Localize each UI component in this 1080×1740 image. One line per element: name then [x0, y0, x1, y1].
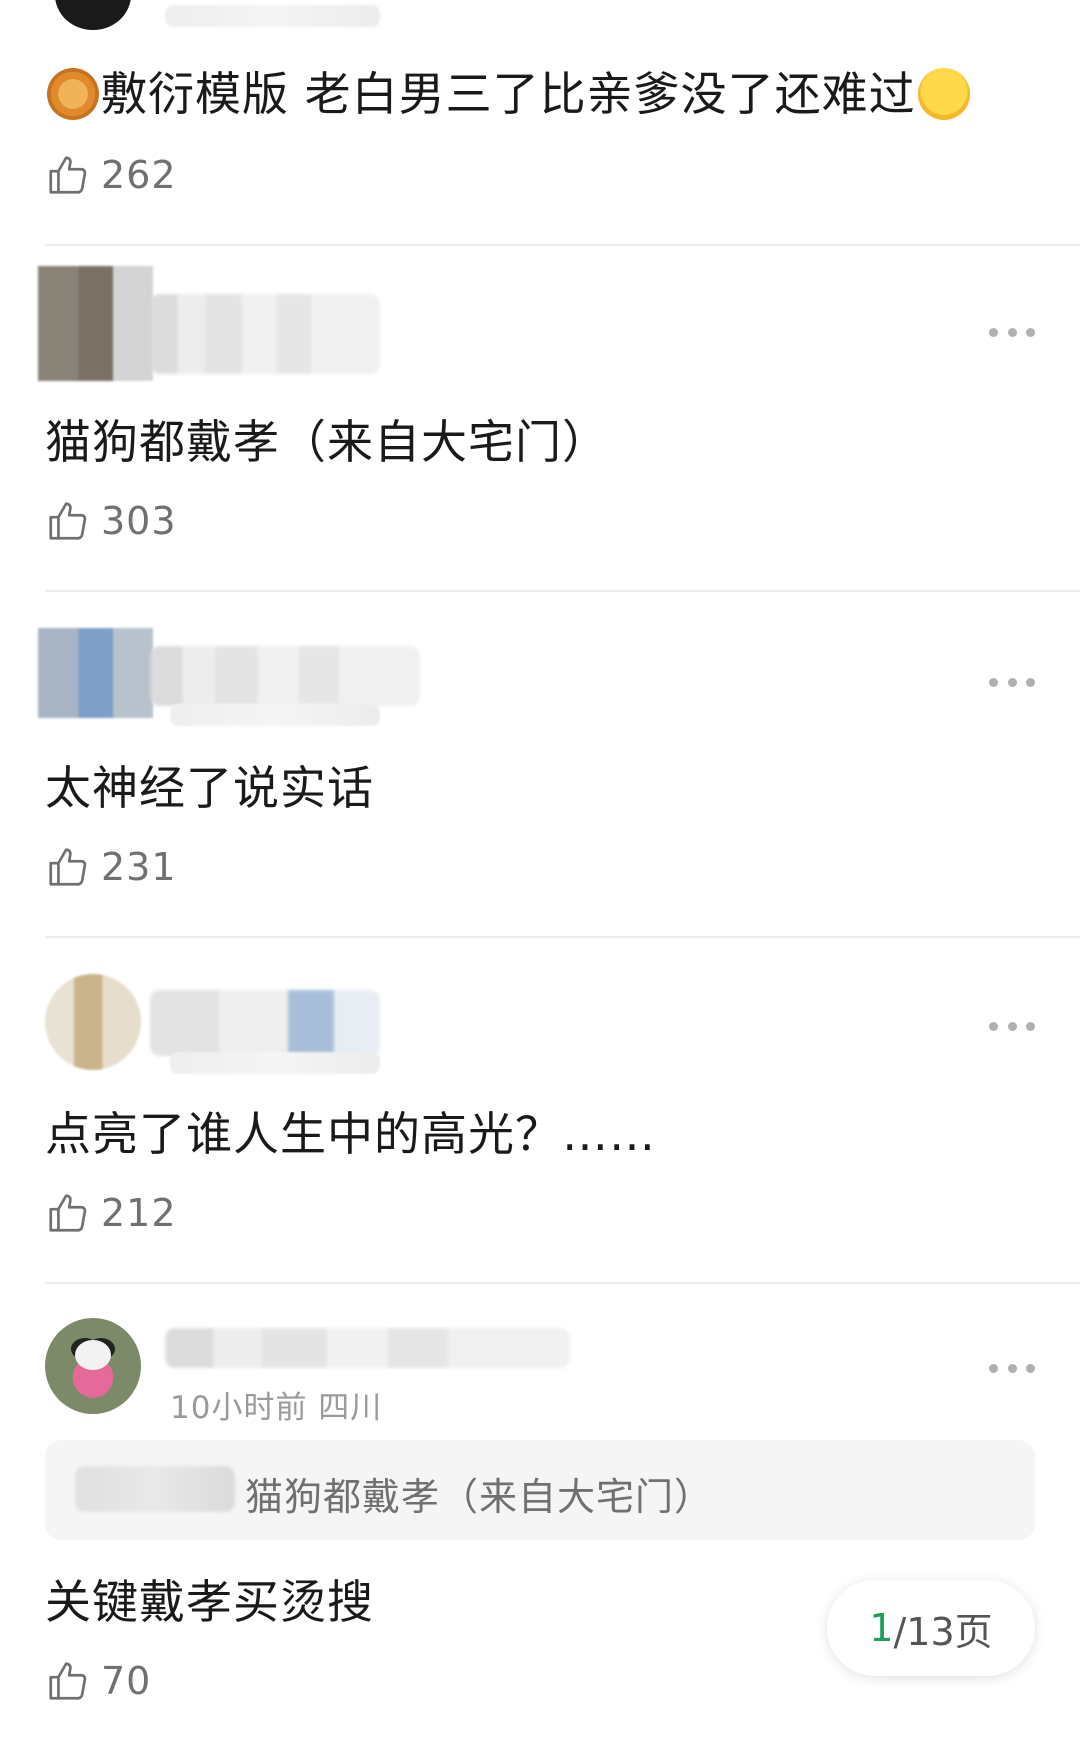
like-count: 70	[101, 1659, 152, 1703]
avatar-blurred[interactable]	[45, 974, 141, 1070]
username-blurred[interactable]	[165, 1328, 570, 1368]
avatar-blurred[interactable]	[38, 266, 153, 381]
thumbs-up-icon	[49, 848, 87, 886]
quoted-text: 猫狗都戴孝（来自大宅门）	[245, 1475, 714, 1519]
page-indicator-button[interactable]: 1/13页	[827, 1580, 1035, 1676]
avatar[interactable]	[45, 1318, 141, 1414]
more-options-button[interactable]	[989, 1020, 1035, 1032]
like-count: 212	[101, 1191, 177, 1235]
username-blurred[interactable]	[150, 990, 380, 1056]
thumbs-up-icon	[49, 1662, 87, 1700]
like-count: 262	[101, 153, 177, 197]
comment-3: 太神经了说实话 231	[0, 592, 1080, 938]
comment-meta-blurred	[170, 1052, 380, 1074]
like-button[interactable]: 231	[45, 842, 177, 892]
more-options-button[interactable]	[989, 676, 1035, 688]
total-pages: /13页	[893, 1609, 993, 1654]
more-options-button[interactable]	[989, 1362, 1035, 1374]
thumbs-up-icon	[49, 1194, 87, 1232]
current-page: 1	[869, 1606, 894, 1650]
comment-text: 点亮了谁人生中的高光？……	[45, 1107, 656, 1161]
like-button[interactable]: 303	[45, 496, 177, 546]
like-button[interactable]: 212	[45, 1188, 177, 1238]
quoted-comment[interactable]: 猫狗都戴孝（来自大宅门）	[45, 1440, 1035, 1540]
mooncake-emoji-icon	[47, 68, 99, 120]
username-blurred[interactable]	[150, 646, 420, 706]
like-count: 303	[101, 499, 177, 543]
thumbs-up-icon	[49, 156, 87, 194]
grinning-sweat-emoji-icon	[917, 68, 970, 120]
comment-meta-blurred	[165, 5, 380, 27]
like-count: 231	[101, 845, 177, 889]
comment-text: 猫狗都戴孝（来自大宅门）	[45, 415, 609, 469]
avatar[interactable]	[55, 0, 131, 30]
comment-2: 猫狗都戴孝（来自大宅门） 303	[0, 246, 1080, 592]
avatar-blurred[interactable]	[38, 628, 153, 718]
comment-text: 敷衍模版 老白男三了比亲爹没了还难过	[45, 58, 972, 124]
comment-meta-blurred	[170, 704, 380, 726]
panda-icon	[75, 1340, 111, 1370]
more-options-button[interactable]	[989, 326, 1035, 338]
comment-text: 关键戴孝买烫搜	[45, 1575, 374, 1629]
like-button[interactable]: 262	[45, 150, 177, 200]
comment-1: 敷衍模版 老白男三了比亲爹没了还难过 262	[0, 0, 1080, 246]
thumbs-up-icon	[49, 502, 87, 540]
username-blurred[interactable]	[150, 294, 380, 374]
comment-meta: 10小时前 四川	[170, 1390, 383, 1426]
like-button[interactable]: 70	[45, 1656, 151, 1706]
comment-4: 点亮了谁人生中的高光？…… 212	[0, 938, 1080, 1284]
quoted-username-blurred	[75, 1466, 235, 1512]
comment-text: 太神经了说实话	[45, 761, 374, 815]
